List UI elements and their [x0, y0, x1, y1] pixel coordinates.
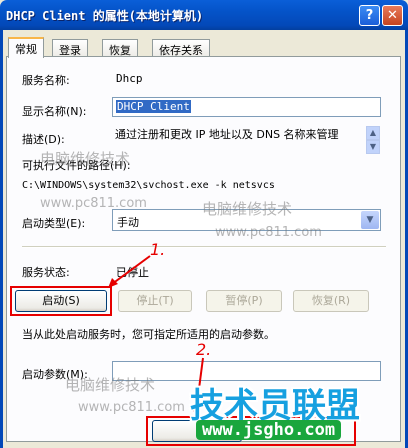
watermark-url-1: www.pc811.com	[40, 196, 147, 211]
watermark-cn-2: 电脑维修技术	[202, 200, 293, 218]
watermark-url-2: www.pc811.com	[215, 225, 322, 240]
tab-general[interactable]: 常规	[8, 37, 44, 58]
step-2-annotation: 2.	[196, 340, 212, 359]
watermark-cn-3: 电脑维修技术	[65, 376, 156, 394]
step-1-annotation: 1.	[150, 240, 166, 259]
arrow-line-1	[111, 255, 151, 285]
watermark-cn-1: 电脑维修技术	[40, 150, 131, 168]
logo-url: www.jsgho.com	[196, 420, 342, 440]
watermark-url-3: www.pc811.com	[78, 400, 185, 415]
